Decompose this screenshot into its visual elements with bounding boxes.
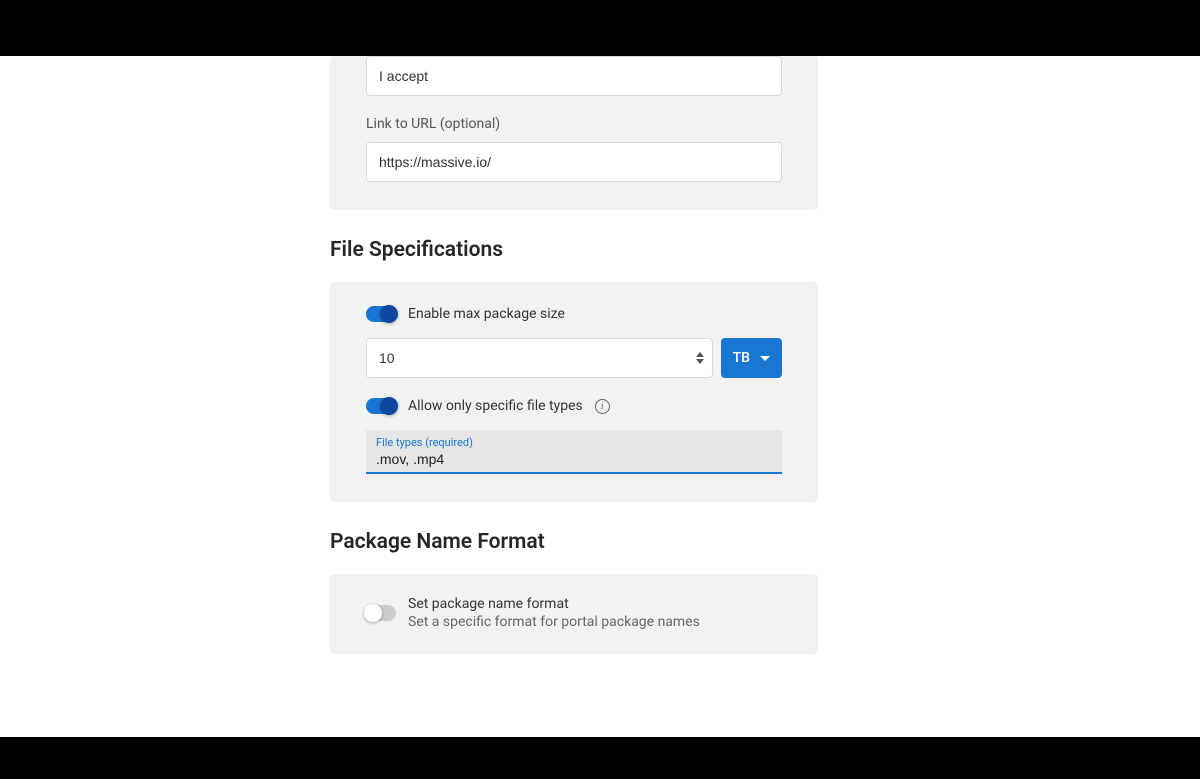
size-unit-select[interactable]: TB xyxy=(721,338,782,378)
allow-specific-file-types-toggle[interactable] xyxy=(366,398,396,414)
file-specifications-title: File Specifications xyxy=(330,238,818,262)
size-unit-value: TB xyxy=(733,350,750,366)
stepper-down-icon[interactable] xyxy=(696,359,704,364)
package-name-format-title: Package Name Format xyxy=(330,530,818,554)
set-package-name-format-desc: Set a specific format for portal package… xyxy=(408,614,700,630)
chevron-down-icon xyxy=(760,356,770,361)
stepper-up-icon[interactable] xyxy=(696,352,704,357)
set-package-name-format-label: Set package name format xyxy=(408,596,700,612)
set-package-name-format-toggle[interactable] xyxy=(366,605,396,621)
file-types-field-label: File types (required) xyxy=(376,436,772,449)
link-url-input[interactable] xyxy=(366,142,782,182)
info-icon[interactable]: i xyxy=(595,399,610,414)
allow-specific-file-types-label: Allow only specific file types xyxy=(408,398,583,414)
enable-max-package-size-toggle[interactable] xyxy=(366,306,396,322)
size-stepper[interactable] xyxy=(693,342,707,374)
enable-max-package-size-label: Enable max package size xyxy=(408,306,565,322)
link-url-label: Link to URL (optional) xyxy=(366,116,782,132)
agreement-panel: Link to URL (optional) xyxy=(330,56,818,210)
accept-text-input[interactable] xyxy=(366,56,782,96)
max-package-size-input[interactable] xyxy=(366,338,713,378)
file-types-field[interactable]: File types (required) xyxy=(366,430,782,474)
file-types-input[interactable] xyxy=(376,450,772,468)
package-name-format-panel: Set package name format Set a specific f… xyxy=(330,574,818,654)
file-specifications-panel: Enable max package size TB xyxy=(330,282,818,502)
